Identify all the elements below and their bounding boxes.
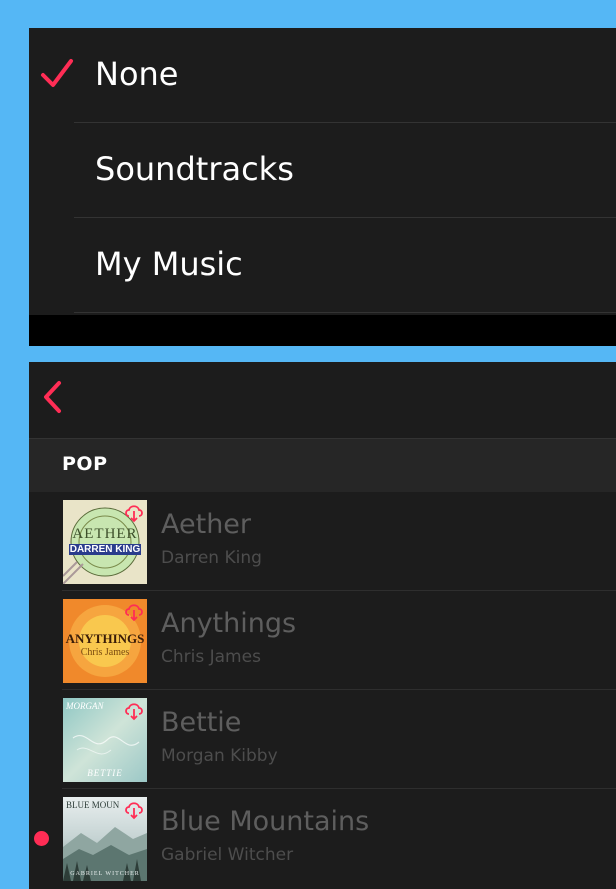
song-artist: Darren King xyxy=(161,548,262,568)
song-title: Blue Mountains xyxy=(161,806,370,837)
cloud-download-icon[interactable] xyxy=(123,601,145,623)
song-artist: Chris James xyxy=(161,647,261,667)
art-text: Chris James xyxy=(80,647,130,658)
album-art: BLUE MOUN GABRIEL WITCHER xyxy=(63,797,147,881)
song-row-anythings[interactable]: ANYTHINGS Chris James Anythings Chris Ja… xyxy=(29,591,616,690)
cloud-download-icon[interactable] xyxy=(123,502,145,524)
cloud-download-icon[interactable] xyxy=(123,799,145,821)
option-soundtracks[interactable]: Soundtracks xyxy=(29,123,616,218)
section-title: POP xyxy=(62,453,108,475)
cloud-download-icon[interactable] xyxy=(123,700,145,722)
art-text: ANYTHINGS xyxy=(65,631,145,646)
nav-bar xyxy=(29,362,616,439)
song-list-panel: POP AETHER DARREN KING Aether Darren Kin… xyxy=(29,362,616,889)
option-label: Soundtracks xyxy=(95,150,294,188)
option-label: None xyxy=(95,55,179,93)
source-picker-panel: None Soundtracks My Music xyxy=(29,28,616,346)
song-title: Bettie xyxy=(161,707,242,738)
album-art: MORGAN BETTIE xyxy=(63,698,147,782)
option-my-music[interactable]: My Music xyxy=(29,218,616,313)
song-list: AETHER DARREN KING Aether Darren King AN… xyxy=(29,492,616,888)
now-playing-indicator xyxy=(34,831,49,846)
art-text: DARREN KING xyxy=(69,544,141,555)
divider xyxy=(74,312,616,313)
song-artist: Gabriel Witcher xyxy=(161,845,294,865)
song-title: Anythings xyxy=(161,608,297,639)
song-row-bettie[interactable]: MORGAN BETTIE Bettie Morgan Kibby xyxy=(29,690,616,789)
option-none[interactable]: None xyxy=(29,28,616,123)
art-text: BETTIE xyxy=(87,768,123,778)
checkmark-icon xyxy=(41,59,73,87)
song-artist: Morgan Kibby xyxy=(161,746,278,766)
song-title: Aether xyxy=(161,509,252,540)
art-text: AETHER xyxy=(72,526,138,542)
album-art: ANYTHINGS Chris James xyxy=(63,599,147,683)
song-row-blue-mountains[interactable]: BLUE MOUN GABRIEL WITCHER Blue Mountains… xyxy=(29,789,616,888)
song-row-aether[interactable]: AETHER DARREN KING Aether Darren King xyxy=(29,492,616,591)
option-label: My Music xyxy=(95,245,243,283)
panel-footer xyxy=(29,315,616,346)
album-art: AETHER DARREN KING xyxy=(63,500,147,584)
section-header: POP xyxy=(29,439,616,492)
chevron-left-icon[interactable] xyxy=(41,379,63,415)
art-text: GABRIEL WITCHER xyxy=(70,871,140,877)
